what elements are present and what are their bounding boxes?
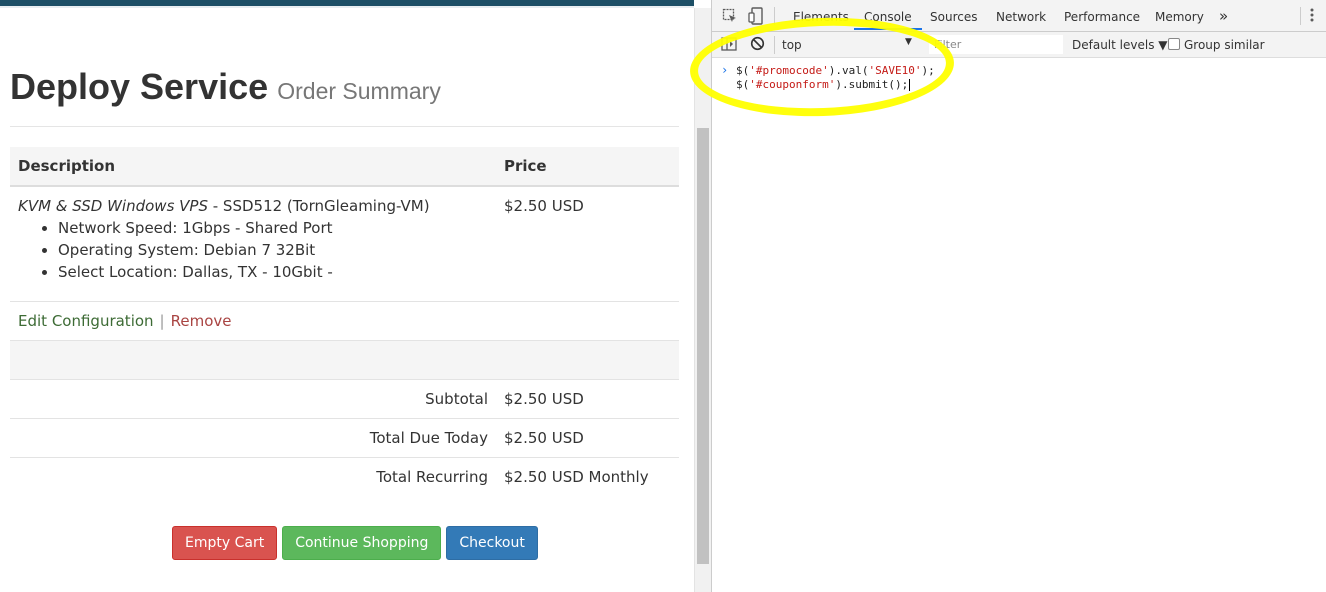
cart-item-actions: Edit Configuration | Remove (10, 302, 679, 341)
total-due-today-label: Total Due Today (369, 429, 488, 447)
link-separator: | (159, 312, 165, 330)
subtotal-label: Subtotal (425, 390, 488, 408)
total-due-today-row: Total Due Today $2.50 USD (10, 419, 679, 458)
product-name: KVM & SSD Windows VPS - SSD512 (TornGlea… (18, 197, 498, 215)
tab-performance[interactable]: Performance (1064, 10, 1140, 24)
console-toolbar: top ▼ Default levels ▼ Group similar (712, 32, 1326, 58)
edit-configuration-link[interactable]: Edit Configuration (18, 312, 154, 330)
tab-sources[interactable]: Sources (930, 10, 977, 24)
page-subtitle: Order Summary (277, 78, 441, 104)
log-levels-dropdown[interactable]: Default levels ▼ (1072, 38, 1168, 52)
total-recurring-value: $2.50 USD Monthly (504, 468, 649, 486)
total-recurring-label: Total Recurring (376, 468, 488, 486)
product-group: KVM & SSD Windows VPS (18, 197, 208, 215)
checkout-button[interactable]: Checkout (446, 526, 538, 560)
show-sidebar-icon[interactable] (721, 37, 737, 55)
context-dropdown-arrow-icon[interactable]: ▼ (905, 37, 912, 47)
col-description-header: Description (18, 157, 116, 175)
table-spacer-row (10, 341, 679, 380)
tab-console[interactable]: Console (854, 10, 922, 30)
total-due-today-value: $2.50 USD (504, 429, 584, 447)
device-toolbar-icon[interactable] (748, 7, 764, 29)
text-cursor (909, 79, 911, 91)
tab-separator (1300, 7, 1301, 25)
console-prompt-icon: › (721, 63, 729, 77)
execution-context-select[interactable]: top (782, 38, 802, 52)
total-recurring-row: Total Recurring $2.50 USD Monthly (10, 458, 679, 497)
devtools-panel: Elements Console Sources Network Perform… (711, 0, 1326, 592)
col-price-header: Price (504, 157, 547, 175)
group-similar-label: Group similar (1184, 38, 1265, 52)
continue-shopping-button[interactable]: Continue Shopping (282, 526, 442, 560)
console-filter-input[interactable] (929, 35, 1063, 54)
cart-buttons: Empty Cart Continue Shopping Checkout (172, 526, 538, 560)
tab-elements[interactable]: Elements (793, 10, 849, 24)
tab-separator (774, 7, 775, 25)
config-option: Network Speed: 1Gbps - Shared Port (58, 217, 498, 239)
config-options-list: Network Speed: 1Gbps - Shared Port Opera… (58, 217, 498, 283)
group-similar-checkbox[interactable] (1168, 38, 1180, 50)
toolbar-separator (774, 36, 775, 54)
devtools-tab-bar: Elements Console Sources Network Perform… (712, 0, 1326, 32)
subtotal-value: $2.50 USD (504, 390, 584, 408)
scrollbar-thumb[interactable] (697, 128, 709, 564)
more-tabs-icon[interactable]: » (1219, 7, 1228, 25)
remove-item-link[interactable]: Remove (171, 312, 232, 330)
empty-cart-button[interactable]: Empty Cart (172, 526, 278, 560)
cart-item-description: KVM & SSD Windows VPS - SSD512 (TornGlea… (18, 197, 498, 283)
tab-network[interactable]: Network (996, 10, 1046, 24)
inspect-element-icon[interactable] (722, 8, 738, 28)
tab-memory[interactable]: Memory (1155, 10, 1204, 24)
page-scrollbar[interactable] (694, 8, 711, 592)
cart-item-row: KVM & SSD Windows VPS - SSD512 (TornGlea… (10, 187, 679, 302)
clear-console-icon[interactable] (750, 36, 765, 55)
config-option: Select Location: Dallas, TX - 10Gbit - (58, 261, 498, 283)
cart-item-price: $2.50 USD (504, 197, 584, 215)
console-output[interactable]: › $('#promocode').val('SAVE10'); $('#cou… (712, 59, 1326, 592)
console-input-line[interactable]: $('#promocode').val('SAVE10'); (736, 64, 935, 77)
web-page: Deploy Service Order Summary Description… (0, 0, 694, 592)
page-heading: Deploy Service Order Summary (10, 66, 441, 108)
product-variant: - SSD512 (TornGleaming-VM) (207, 197, 430, 215)
cart-table-header: Description Price (10, 147, 679, 187)
heading-divider (10, 126, 679, 127)
site-header-bar (0, 0, 694, 8)
console-input-line[interactable]: $('#couponform').submit(); (736, 78, 911, 91)
config-option: Operating System: Debian 7 32Bit (58, 239, 498, 261)
subtotal-row: Subtotal $2.50 USD (10, 380, 679, 419)
kebab-menu-icon[interactable] (1310, 7, 1314, 27)
page-title: Deploy Service (10, 66, 269, 107)
